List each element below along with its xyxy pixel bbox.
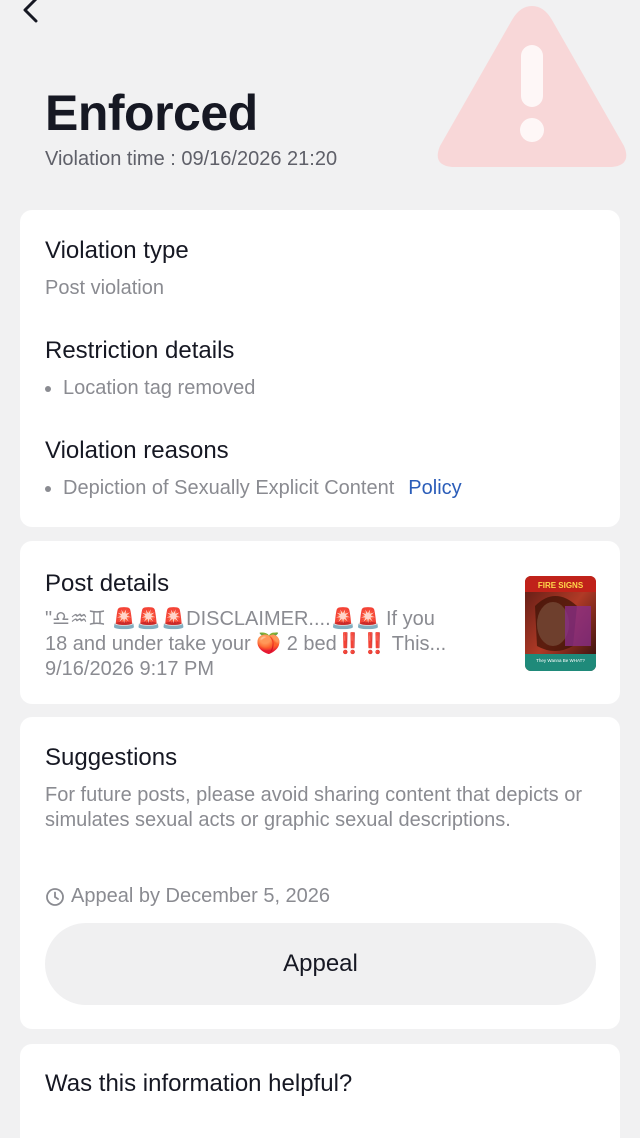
suggestions-text: For future posts, please avoid sharing c… [45, 784, 582, 831]
appeal-button[interactable]: Appeal [45, 923, 596, 1005]
violation-time: Violation time : 09/16/2026 21:20 [45, 148, 338, 170]
violation-summary-card: Violation type Post violation Restrictio… [20, 210, 620, 527]
violation-type-value: Post violation [45, 277, 164, 299]
post-caption-line: "♎♒♊ 🚨🚨🚨DISCLAIMER....🚨🚨 If you [45, 608, 435, 630]
restriction-item: Location tag removed [45, 377, 255, 400]
post-thumbnail[interactable]: FIRE SIGNS They Wanna Be WHAT? [525, 576, 596, 671]
suggestions-card: Suggestions For future posts, please avo… [20, 717, 620, 1029]
clock-icon [46, 887, 64, 906]
bullet-dot [45, 485, 51, 492]
post-caption: "♎♒♊ 🚨🚨🚨DISCLAIMER....🚨🚨 If you 18 and u… [45, 607, 485, 682]
post-details-heading: Post details [45, 570, 170, 597]
post-details-card[interactable]: Post details "♎♒♊ 🚨🚨🚨DISCLAIMER....🚨🚨 If… [20, 541, 620, 704]
policy-link[interactable]: Policy [408, 477, 461, 500]
reason-item: Depiction of Sexually Explicit Content P… [45, 477, 462, 500]
feedback-card: Was this information helpful? [20, 1044, 620, 1138]
appeal-deadline: Appeal by December 5, 2026 [45, 885, 330, 908]
feedback-question: Was this information helpful? [45, 1070, 353, 1097]
violation-reasons-heading: Violation reasons [45, 437, 229, 464]
suggestions-heading: Suggestions [45, 744, 178, 771]
appeal-deadline-text: Appeal by December 5, 2026 [71, 885, 331, 907]
violation-type-heading: Violation type [45, 237, 189, 264]
post-date: 9/16/2026 9:17 PM [45, 658, 215, 680]
post-caption-line: 18 and under take your 🍑 2 bed‼️‼️ This.… [45, 633, 447, 655]
restriction-item-text: Location tag removed [63, 377, 256, 399]
page-title: Enforced [45, 85, 258, 141]
back-button[interactable] [14, 0, 48, 28]
restriction-details-heading: Restriction details [45, 337, 235, 364]
thumbnail-title: FIRE SIGNS [538, 581, 584, 590]
reason-item-text: Depiction of Sexually Explicit Content [63, 477, 395, 499]
post-thumbnail-image: FIRE SIGNS They Wanna Be WHAT? [525, 576, 596, 671]
thumbnail-footer: They Wanna Be WHAT? [536, 658, 585, 663]
warning-triangle-icon [437, 6, 627, 167]
chevron-left-icon [23, 0, 38, 23]
bullet-dot [45, 385, 51, 392]
